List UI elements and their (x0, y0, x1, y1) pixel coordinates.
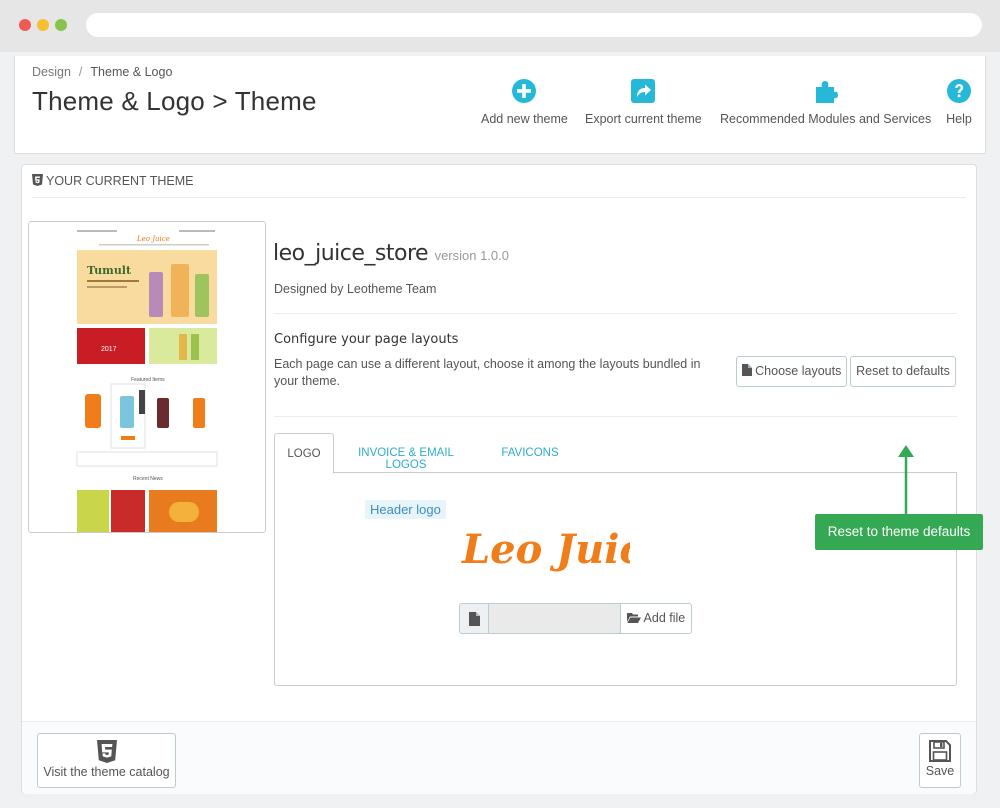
export-current-theme-button[interactable]: Export current theme (585, 78, 702, 126)
file-icon (459, 603, 489, 634)
callout-arrow (898, 445, 914, 515)
page-title: Theme & Logo > Theme (32, 86, 317, 116)
reset-callout: Reset to theme defaults (815, 514, 983, 550)
html5-icon (32, 174, 43, 186)
tab-logo[interactable]: LOGO (274, 433, 334, 474)
svg-text:Tumult: Tumult (87, 264, 132, 277)
save-button[interactable]: Save (919, 733, 961, 788)
configure-layouts-title: Configure your page layouts (274, 332, 459, 347)
configure-layouts-description: Each page can use a different layout, ch… (274, 357, 701, 388)
save-label: Save (925, 764, 955, 778)
tab-invoice-email-logos[interactable]: INVOICE & EMAIL LOGOS (340, 433, 472, 473)
browser-chrome (0, 0, 1000, 52)
visit-theme-catalog-button[interactable]: Visit the theme catalog (37, 733, 176, 788)
choose-layouts-button[interactable]: Choose layouts (736, 356, 847, 387)
reset-to-defaults-button[interactable]: Reset to defaults (850, 356, 956, 387)
svg-text:2017: 2017 (101, 346, 117, 353)
window-minimize-dot[interactable] (37, 19, 49, 31)
floppy-disk-icon (929, 740, 951, 762)
admin-page: Design / Theme & Logo Theme & Logo > Theme… (0, 52, 1000, 808)
recommended-modules-label: Recommended Modules and Services (720, 112, 932, 126)
header-logo-label: Header logo (365, 500, 446, 519)
page-header: Design / Theme & Logo Theme & Logo > Theme… (14, 56, 986, 154)
theme-version: version 1.0.0 (434, 248, 509, 263)
divider (274, 416, 957, 417)
logo-text: Leo Juice (461, 526, 630, 573)
logo-tabs: LOGO INVOICE & EMAIL LOGOS FAVICONS (274, 433, 957, 474)
file-icon (741, 364, 752, 376)
plus-circle-icon (511, 78, 537, 104)
svg-text:Featured Items: Featured Items (131, 377, 165, 383)
panel-heading-label: YOUR CURRENT THEME (46, 174, 194, 188)
html5-icon (96, 740, 117, 763)
theme-name: leo_juice_store version 1.0.0 (273, 241, 509, 266)
add-new-theme-label: Add new theme (481, 112, 568, 126)
window-maximize-dot[interactable] (55, 19, 67, 31)
file-name-field[interactable] (488, 603, 621, 634)
help-label: Help (946, 112, 972, 126)
svg-text:Recent News: Recent News (133, 476, 163, 482)
current-theme-panel: YOUR CURRENT THEME Leo Juice Tumult 2017 (21, 164, 977, 794)
add-file-button[interactable]: Add file (620, 603, 692, 634)
puzzle-icon (813, 78, 839, 104)
logo-file-upload: Add file (459, 603, 692, 634)
reset-to-defaults-label: Reset to defaults (856, 364, 950, 378)
tab-favicons[interactable]: FAVICONS (494, 433, 566, 473)
visit-theme-catalog-label: Visit the theme catalog (43, 765, 170, 779)
share-icon (630, 78, 656, 104)
folder-open-icon (626, 613, 641, 623)
header-logo-image[interactable]: Leo Juice (460, 518, 630, 578)
panel-heading: YOUR CURRENT THEME (32, 165, 966, 198)
window-close-dot[interactable] (19, 19, 31, 31)
theme-preview-image[interactable]: Leo Juice Tumult 2017 Featured Items Rec… (28, 221, 266, 533)
breadcrumb-current: Theme & Logo (90, 65, 173, 79)
choose-layouts-label: Choose layouts (755, 364, 842, 378)
help-button[interactable]: Help (946, 78, 972, 126)
logo-tab-content: Header logo Leo Juice Add file (274, 473, 957, 686)
divider (274, 313, 957, 314)
breadcrumb: Design / Theme & Logo (32, 65, 172, 79)
breadcrumb-separator: / (78, 65, 83, 79)
export-current-theme-label: Export current theme (585, 112, 702, 126)
theme-name-text: leo_juice_store (273, 241, 429, 266)
question-icon (946, 78, 972, 104)
svg-text:Leo Juice: Leo Juice (136, 235, 170, 243)
panel-footer: Visit the theme catalog Save (22, 721, 976, 794)
add-file-label: Add file (643, 611, 686, 625)
breadcrumb-design-link[interactable]: Design (32, 65, 71, 79)
address-bar[interactable] (86, 13, 982, 37)
recommended-modules-button[interactable]: Recommended Modules and Services (720, 78, 931, 126)
add-new-theme-button[interactable]: Add new theme (481, 78, 568, 126)
theme-author: Designed by Leotheme Team (274, 282, 437, 296)
